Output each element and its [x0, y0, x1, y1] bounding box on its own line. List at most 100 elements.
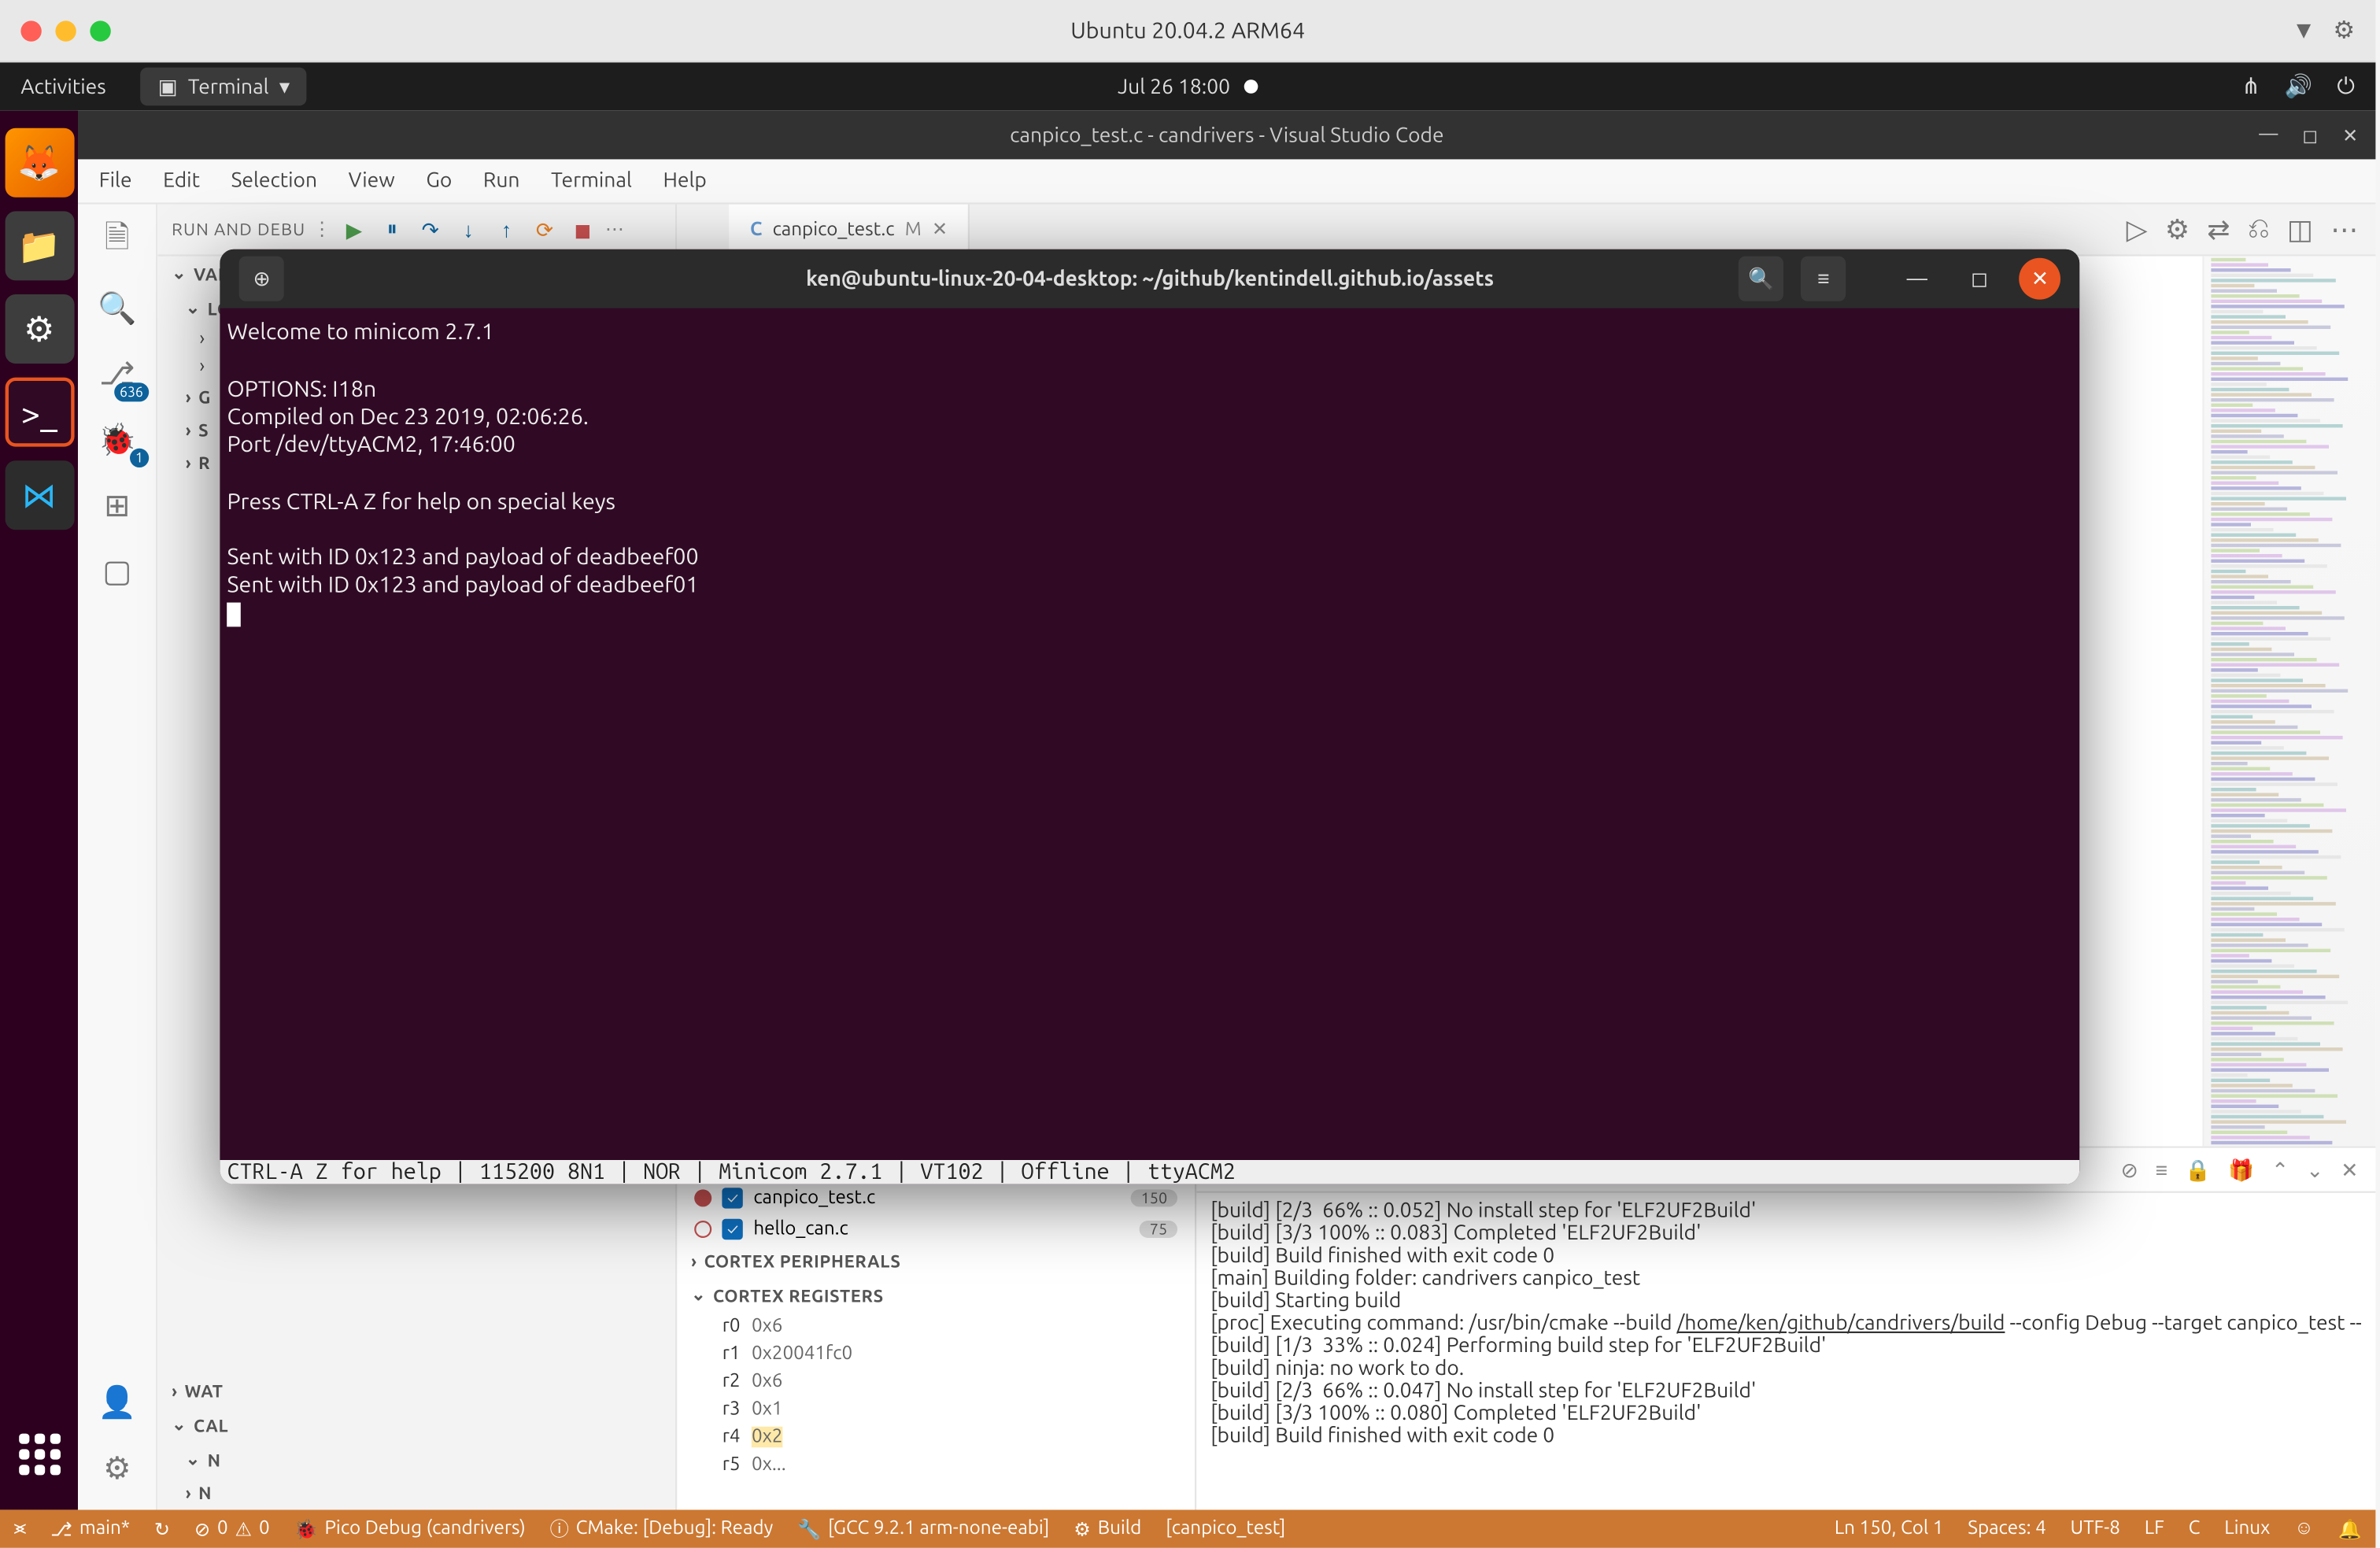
run-icon[interactable]: ▷ — [2127, 213, 2148, 246]
menu-go[interactable]: Go — [426, 170, 452, 193]
firefox-icon[interactable]: 🦊 — [5, 128, 74, 198]
eol-status[interactable]: LF — [2145, 1517, 2164, 1540]
register-row[interactable]: r3 0x1 — [678, 1395, 1196, 1423]
network-icon[interactable]: ⋔ — [2241, 74, 2260, 100]
scm-icon[interactable]: ⎇636 — [96, 353, 138, 395]
debug-config-status[interactable]: 🐞 Pico Debug (candrivers) — [294, 1517, 526, 1540]
register-row[interactable]: r4 0x2 — [678, 1423, 1196, 1450]
minimize-icon[interactable]: — — [2259, 124, 2278, 146]
debug-icon[interactable]: 🐞1 — [96, 419, 138, 460]
register-row[interactable]: r2 0x6 — [678, 1368, 1196, 1395]
step-over-button[interactable]: ↷ — [415, 214, 446, 246]
language-mode[interactable]: C — [2189, 1517, 2201, 1540]
callstack-n2[interactable]: N — [158, 1477, 676, 1510]
active-app-indicator[interactable]: ▣ Terminal ▾ — [141, 68, 307, 105]
account-icon[interactable]: 👤 — [96, 1382, 138, 1424]
maximize-icon[interactable]: ◻ — [2302, 124, 2318, 146]
close-icon[interactable]: ✕ — [2342, 124, 2358, 146]
terminal-close-button[interactable]: ✕ — [2020, 258, 2061, 300]
activities-button[interactable]: Activities — [20, 76, 105, 98]
step-into-button[interactable]: ↓ — [453, 214, 484, 246]
menu-terminal[interactable]: Terminal — [551, 170, 632, 193]
minimap[interactable] — [2202, 257, 2375, 1147]
panel-clear-icon[interactable]: ⊘ — [2121, 1158, 2138, 1182]
menu-edit[interactable]: Edit — [163, 170, 200, 193]
panel-up-icon[interactable]: ⌃ — [2271, 1158, 2289, 1182]
cmake-status[interactable]: ⓘ CMake: [Debug]: Ready — [550, 1515, 774, 1542]
stop-button[interactable]: ◼ — [567, 214, 599, 246]
build-output[interactable]: [build] [2/3 66% :: 0.052] No install st… — [1197, 1193, 2376, 1510]
vscode-icon[interactable]: ⋈ — [5, 460, 74, 530]
search-icon[interactable]: 🔍 — [96, 287, 138, 329]
restart-button[interactable]: ⟳ — [529, 214, 560, 246]
callstack-n1[interactable]: N — [158, 1443, 676, 1477]
os-status[interactable]: Linux — [2224, 1517, 2270, 1540]
section-watch[interactable]: WAT — [158, 1375, 676, 1408]
gear-icon[interactable]: ⚙ — [2333, 16, 2355, 45]
menu-selection[interactable]: Selection — [231, 170, 317, 193]
tab-close-icon[interactable]: ✕ — [932, 218, 948, 241]
breakpoint-checkbox[interactable]: ✓ — [722, 1219, 743, 1240]
panel-close-icon[interactable]: ✕ — [2341, 1158, 2358, 1182]
pause-button[interactable]: ⏸ — [377, 214, 408, 246]
encoding-status[interactable]: UTF-8 — [2071, 1517, 2120, 1540]
compare-icon[interactable]: ⇄ — [2207, 213, 2230, 246]
terminal-header[interactable]: ⊕ ken@ubuntu-linux-20-04-desktop: ~/gith… — [220, 249, 2080, 308]
notifications-icon[interactable]: 🔔 — [2338, 1517, 2362, 1540]
panel-down-icon[interactable]: ⌄ — [2306, 1158, 2323, 1182]
dropdown-icon[interactable]: ▼ — [2292, 16, 2315, 45]
register-row[interactable]: r5 0x... — [678, 1451, 1196, 1479]
step-out-button[interactable]: ↑ — [491, 214, 523, 246]
section-cortex-regs[interactable]: CORTEX REGISTERS — [678, 1278, 1196, 1313]
register-row[interactable]: r0 0x6 — [678, 1313, 1196, 1340]
register-row[interactable]: r1 0x20041fc0 — [678, 1340, 1196, 1368]
settings-icon[interactable]: ⚙ — [5, 294, 74, 364]
extensions-icon[interactable]: ⊞ — [96, 485, 138, 526]
sync-button[interactable]: ↻ — [154, 1517, 170, 1540]
panel-list-icon[interactable]: ≡ — [2156, 1158, 2168, 1182]
debug-more-icon[interactable]: ⋯ — [605, 218, 624, 241]
tab-canpico[interactable]: C canpico_test.c M ✕ — [730, 205, 970, 255]
clock[interactable]: Jul 26 18:00 — [1118, 76, 1230, 98]
build-output-link[interactable]: /home/ken/github/candrivers/build — [1677, 1313, 2005, 1336]
files-icon[interactable]: 📁 — [5, 211, 74, 280]
remote-icon[interactable]: ▢ — [96, 551, 138, 593]
terminal-minimize-icon[interactable]: — — [1894, 257, 1939, 301]
menu-run[interactable]: Run — [483, 170, 520, 193]
terminal-body[interactable]: Welcome to minicom 2.7.1 OPTIONS: I18n C… — [220, 308, 2080, 1160]
explorer-icon[interactable]: 🗎 — [96, 222, 138, 264]
build-button[interactable]: ⚙ Build — [1074, 1517, 1141, 1540]
sound-icon[interactable]: 🔊 — [2285, 74, 2313, 100]
kit-status[interactable]: 🔧 [GCC 9.2.1 arm-none-eabi] — [797, 1517, 1049, 1540]
terminal-maximize-icon[interactable]: ◻ — [1957, 257, 2001, 301]
terminal-dock-icon[interactable]: >_ — [5, 378, 74, 447]
panel-lock-icon[interactable]: 🔒 — [2185, 1158, 2211, 1182]
cursor-position[interactable]: Ln 150, Col 1 — [1835, 1517, 1944, 1540]
terminal-search-icon[interactable]: 🔍 — [1739, 257, 1783, 301]
terminal-menu-icon[interactable]: ≡ — [1801, 257, 1846, 301]
more-actions-icon[interactable]: ⋯ — [2330, 213, 2358, 246]
problems-indicator[interactable]: ⊘ 0 ⚠ 0 — [194, 1517, 270, 1540]
close-dot[interactable] — [20, 20, 41, 40]
menu-help[interactable]: Help — [663, 170, 706, 193]
menu-view[interactable]: View — [349, 170, 395, 193]
remote-indicator[interactable]: ⪤ — [14, 1517, 27, 1540]
settings-run-icon[interactable]: ⚙ — [2165, 213, 2190, 246]
breakpoint-row[interactable]: ✓canpico_test.c150 — [678, 1183, 1196, 1214]
debug-config-dots-icon[interactable]: ⋮ — [312, 218, 331, 241]
manage-gear-icon[interactable]: ⚙ — [96, 1447, 138, 1489]
section-callstack[interactable]: CAL — [158, 1408, 676, 1443]
apps-grid-icon[interactable] — [5, 1420, 74, 1489]
git-branch[interactable]: ⎇ main* — [50, 1517, 130, 1540]
section-cortex-periph[interactable]: CORTEX PERIPHERALS — [678, 1245, 1196, 1278]
indent-status[interactable]: Spaces: 4 — [1968, 1517, 2046, 1540]
feedback-icon[interactable]: ☺ — [2294, 1517, 2314, 1540]
split-editor-icon[interactable]: ◫ — [2287, 213, 2313, 246]
build-target[interactable]: [canpico_test] — [1166, 1518, 1285, 1539]
breakpoint-checkbox[interactable]: ✓ — [722, 1188, 743, 1208]
new-tab-button[interactable]: ⊕ — [239, 257, 284, 301]
git-icon[interactable]: ⎌ — [2248, 213, 2270, 246]
continue-button[interactable]: ▶ — [338, 214, 370, 246]
panel-gift-icon[interactable]: 🎁 — [2228, 1158, 2254, 1182]
breakpoint-row[interactable]: ✓hello_can.c75 — [678, 1214, 1196, 1245]
